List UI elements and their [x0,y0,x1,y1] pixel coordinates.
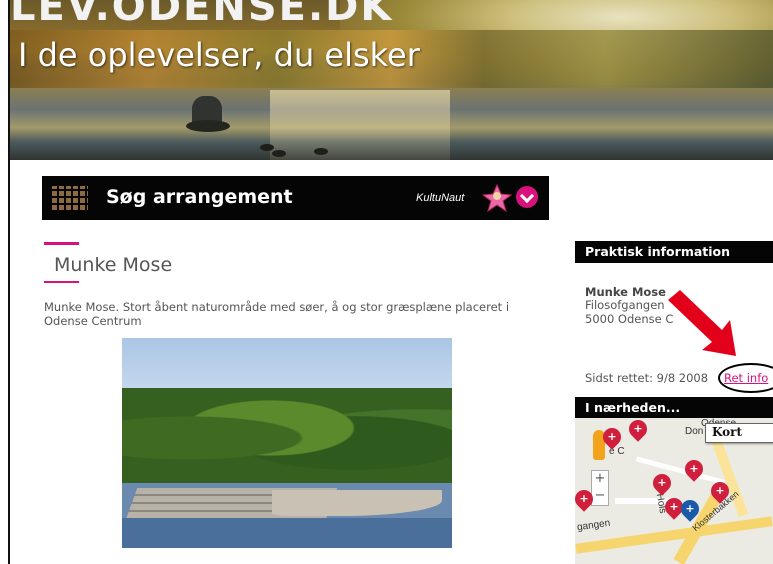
site-logo[interactable]: LEV.ODENSE.DK [10,0,393,30]
map-pin-icon[interactable]: + [649,470,675,496]
practical-info-heading-text: Praktisk information [585,244,731,259]
highlight-circle-annotation [718,363,773,393]
banner-sculpture-base [186,120,230,132]
zoom-in-button[interactable]: + [592,471,608,488]
practical-info-heading: Praktisk information [575,241,773,263]
venue-name: Munke Mose [585,285,666,299]
kultunaut-logo-text: KultuNaut [416,192,465,204]
venue-description: Munke Mose. Stort åbent naturområde med … [44,300,510,328]
title-accent-bar [44,242,79,245]
photo-trees [122,388,452,488]
map-label: Don [685,426,704,437]
title-underline [44,281,79,283]
red-arrow-annotation-icon [668,290,736,356]
nearby-map[interactable]: Odense Don e C Hols gangen Klosterbakken… [575,418,773,564]
banner-duck [272,150,286,157]
map-pin-icon[interactable]: + [625,418,651,442]
calendar-grid-icon [52,186,88,210]
banner-duck [314,148,328,155]
map-street [635,456,725,485]
map-label: gangen [576,517,611,534]
search-events-bar[interactable]: Søg arrangement KultuNaut [42,176,549,220]
address-city: 5000 Odense C [585,312,674,326]
site-tagline: I de oplevelser, du elsker [18,36,420,74]
map-zoom-control[interactable]: + − [591,470,609,506]
header-banner: LEV.ODENSE.DK I de oplevelser, du elsker [10,0,773,160]
venue-photo [122,338,452,548]
nearby-heading-text: I nærheden... [585,400,681,415]
banner-reflection [270,90,450,160]
map-type-label: Kort [712,425,743,439]
page: LEV.ODENSE.DK I de oplevelser, du elsker… [0,0,773,564]
zoom-out-button[interactable]: − [592,488,608,505]
last-updated-text: Sidst rettet: 9/8 2008 [585,371,709,385]
banner-duck [260,144,274,151]
chevron-down-icon[interactable] [516,186,538,208]
kultunaut-star-icon [482,184,512,212]
photo-water [122,518,452,548]
search-events-title[interactable]: Søg arrangement [106,186,293,208]
page-title: Munke Mose [54,254,173,276]
address-street: Filosofgangen [585,298,665,312]
nearby-heading: I nærheden... [575,397,773,418]
map-type-button[interactable]: Kort [705,423,773,443]
